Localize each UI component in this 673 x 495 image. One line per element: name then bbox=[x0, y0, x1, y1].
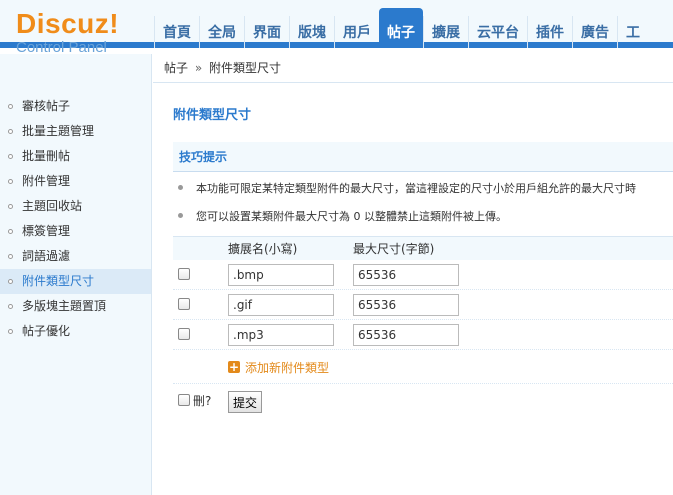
sidebar-item-label: 詞語過濾 bbox=[22, 249, 71, 263]
bullet-icon bbox=[8, 104, 13, 109]
nav-tab-plugins[interactable]: 插件 bbox=[527, 16, 572, 48]
nav-tab-extensions[interactable]: 擴展 bbox=[423, 16, 468, 48]
nav-tab-tools[interactable]: 工 bbox=[617, 16, 648, 48]
add-row: + 添加新附件類型 bbox=[173, 350, 673, 384]
sidebar: 審核帖子 批量主題管理 批量刪帖 附件管理 主題回收站 標簽管理 詞語過濾 附件… bbox=[0, 54, 152, 495]
bullet-icon bbox=[178, 185, 183, 190]
bullet-icon bbox=[8, 254, 13, 259]
breadcrumb-parent[interactable]: 帖子 bbox=[164, 61, 188, 75]
sidebar-item-attachments[interactable]: 附件管理 bbox=[0, 169, 151, 194]
sidebar-item-word-filter[interactable]: 詞語過濾 bbox=[0, 244, 151, 269]
bullet-icon bbox=[8, 179, 13, 184]
breadcrumb: 帖子 » 附件類型尺寸 bbox=[153, 54, 673, 83]
tip-text: 您可以設置某類附件最大尺寸為 0 以整體禁止這類附件被上傳。 bbox=[196, 210, 507, 223]
bullet-icon bbox=[8, 229, 13, 234]
sidebar-item-label: 主題回收站 bbox=[22, 199, 83, 213]
submit-row: 刪? 提交 bbox=[173, 384, 673, 416]
table-row bbox=[173, 290, 673, 320]
delete-all-checkbox[interactable] bbox=[178, 394, 190, 406]
nav-tab-ads[interactable]: 廣告 bbox=[572, 16, 617, 48]
column-header-extension: 擴展名(小寫) bbox=[228, 242, 298, 256]
nav-tab-home[interactable]: 首頁 bbox=[154, 16, 199, 48]
table-header: 擴展名(小寫) 最大尺寸(字節) bbox=[173, 236, 673, 260]
tip-text: 本功能可限定某特定類型附件的最大尺寸，當這裡設定的尺寸小於用戶組允許的最大尺寸時 bbox=[196, 182, 636, 195]
sidebar-item-label: 批量刪帖 bbox=[22, 149, 71, 163]
nav-tab-interface[interactable]: 界面 bbox=[244, 16, 289, 48]
nav-tab-forums[interactable]: 版塊 bbox=[289, 16, 334, 48]
tips-heading: 技巧提示 bbox=[173, 142, 673, 172]
page-title: 附件類型尺寸 bbox=[173, 108, 252, 123]
bullet-icon bbox=[8, 129, 13, 134]
header: Discuz! Control Panel 首頁 全局 界面 版塊 用戶 帖子 … bbox=[0, 0, 673, 56]
breadcrumb-separator: » bbox=[194, 61, 203, 75]
sidebar-item-label: 審核帖子 bbox=[22, 99, 71, 113]
breadcrumb-current: 附件類型尺寸 bbox=[209, 61, 282, 75]
bullet-icon bbox=[8, 154, 13, 159]
sidebar-menu: 審核帖子 批量主題管理 批量刪帖 附件管理 主題回收站 標簽管理 詞語過濾 附件… bbox=[0, 94, 151, 344]
sidebar-item-tags[interactable]: 標簽管理 bbox=[0, 219, 151, 244]
bullet-icon bbox=[8, 279, 13, 284]
top-nav: 首頁 全局 界面 版塊 用戶 帖子 擴展 云平台 插件 廣告 工 bbox=[154, 8, 648, 48]
nav-tab-posts[interactable]: 帖子 bbox=[379, 8, 423, 48]
sidebar-item-attachment-size[interactable]: 附件類型尺寸 bbox=[0, 269, 151, 294]
nav-tab-users[interactable]: 用戶 bbox=[334, 16, 379, 48]
sidebar-item-label: 多版塊主題置頂 bbox=[22, 299, 107, 313]
sidebar-item-label: 帖子優化 bbox=[22, 324, 71, 338]
extension-input[interactable] bbox=[228, 264, 334, 286]
sidebar-item-label: 批量主題管理 bbox=[22, 124, 95, 138]
discuz-logo[interactable]: Discuz! Control Panel bbox=[16, 10, 146, 56]
sidebar-item-post-optimize[interactable]: 帖子優化 bbox=[0, 319, 151, 344]
row-delete-checkbox[interactable] bbox=[178, 268, 190, 280]
max-size-input[interactable] bbox=[353, 324, 459, 346]
table-row bbox=[173, 320, 673, 350]
bullet-icon bbox=[8, 329, 13, 334]
attachment-type-table: 擴展名(小寫) 最大尺寸(字節) + 添加新附件類型 刪? 提交 bbox=[173, 236, 673, 416]
add-attachment-type-link[interactable]: 添加新附件類型 bbox=[245, 359, 329, 376]
delete-label: 刪? bbox=[193, 394, 212, 408]
max-size-input[interactable] bbox=[353, 294, 459, 316]
bullet-icon bbox=[8, 304, 13, 309]
sidebar-item-batch-delete[interactable]: 批量刪帖 bbox=[0, 144, 151, 169]
sidebar-item-moderate-posts[interactable]: 審核帖子 bbox=[0, 94, 151, 119]
column-header-max-size: 最大尺寸(字節) bbox=[353, 242, 435, 256]
table-row bbox=[173, 260, 673, 290]
sidebar-item-multi-forum-sticky[interactable]: 多版塊主題置頂 bbox=[0, 294, 151, 319]
sidebar-item-label: 附件類型尺寸 bbox=[22, 274, 95, 288]
plus-icon[interactable]: + bbox=[228, 361, 240, 373]
bullet-icon bbox=[8, 204, 13, 209]
extension-input[interactable] bbox=[228, 294, 334, 316]
logo-text: Discuz! bbox=[16, 8, 120, 39]
row-delete-checkbox[interactable] bbox=[178, 328, 190, 340]
sidebar-item-label: 附件管理 bbox=[22, 174, 71, 188]
sidebar-item-batch-threads[interactable]: 批量主題管理 bbox=[0, 119, 151, 144]
main-content: 附件類型尺寸 技巧提示 本功能可限定某特定類型附件的最大尺寸，當這裡設定的尺寸小… bbox=[153, 84, 673, 495]
nav-tab-cloud[interactable]: 云平台 bbox=[468, 16, 527, 48]
nav-tab-global[interactable]: 全局 bbox=[199, 16, 244, 48]
sidebar-item-recycle-bin[interactable]: 主題回收站 bbox=[0, 194, 151, 219]
extension-input[interactable] bbox=[228, 324, 334, 346]
submit-button[interactable]: 提交 bbox=[228, 391, 263, 413]
sidebar-item-label: 標簽管理 bbox=[22, 224, 71, 238]
max-size-input[interactable] bbox=[353, 264, 459, 286]
tip-item: 本功能可限定某特定類型附件的最大尺寸，當這裡設定的尺寸小於用戶組允許的最大尺寸時 bbox=[173, 180, 673, 196]
row-delete-checkbox[interactable] bbox=[178, 298, 190, 310]
tip-item: 您可以設置某類附件最大尺寸為 0 以整體禁止這類附件被上傳。 bbox=[173, 208, 673, 224]
bullet-icon bbox=[178, 213, 183, 218]
